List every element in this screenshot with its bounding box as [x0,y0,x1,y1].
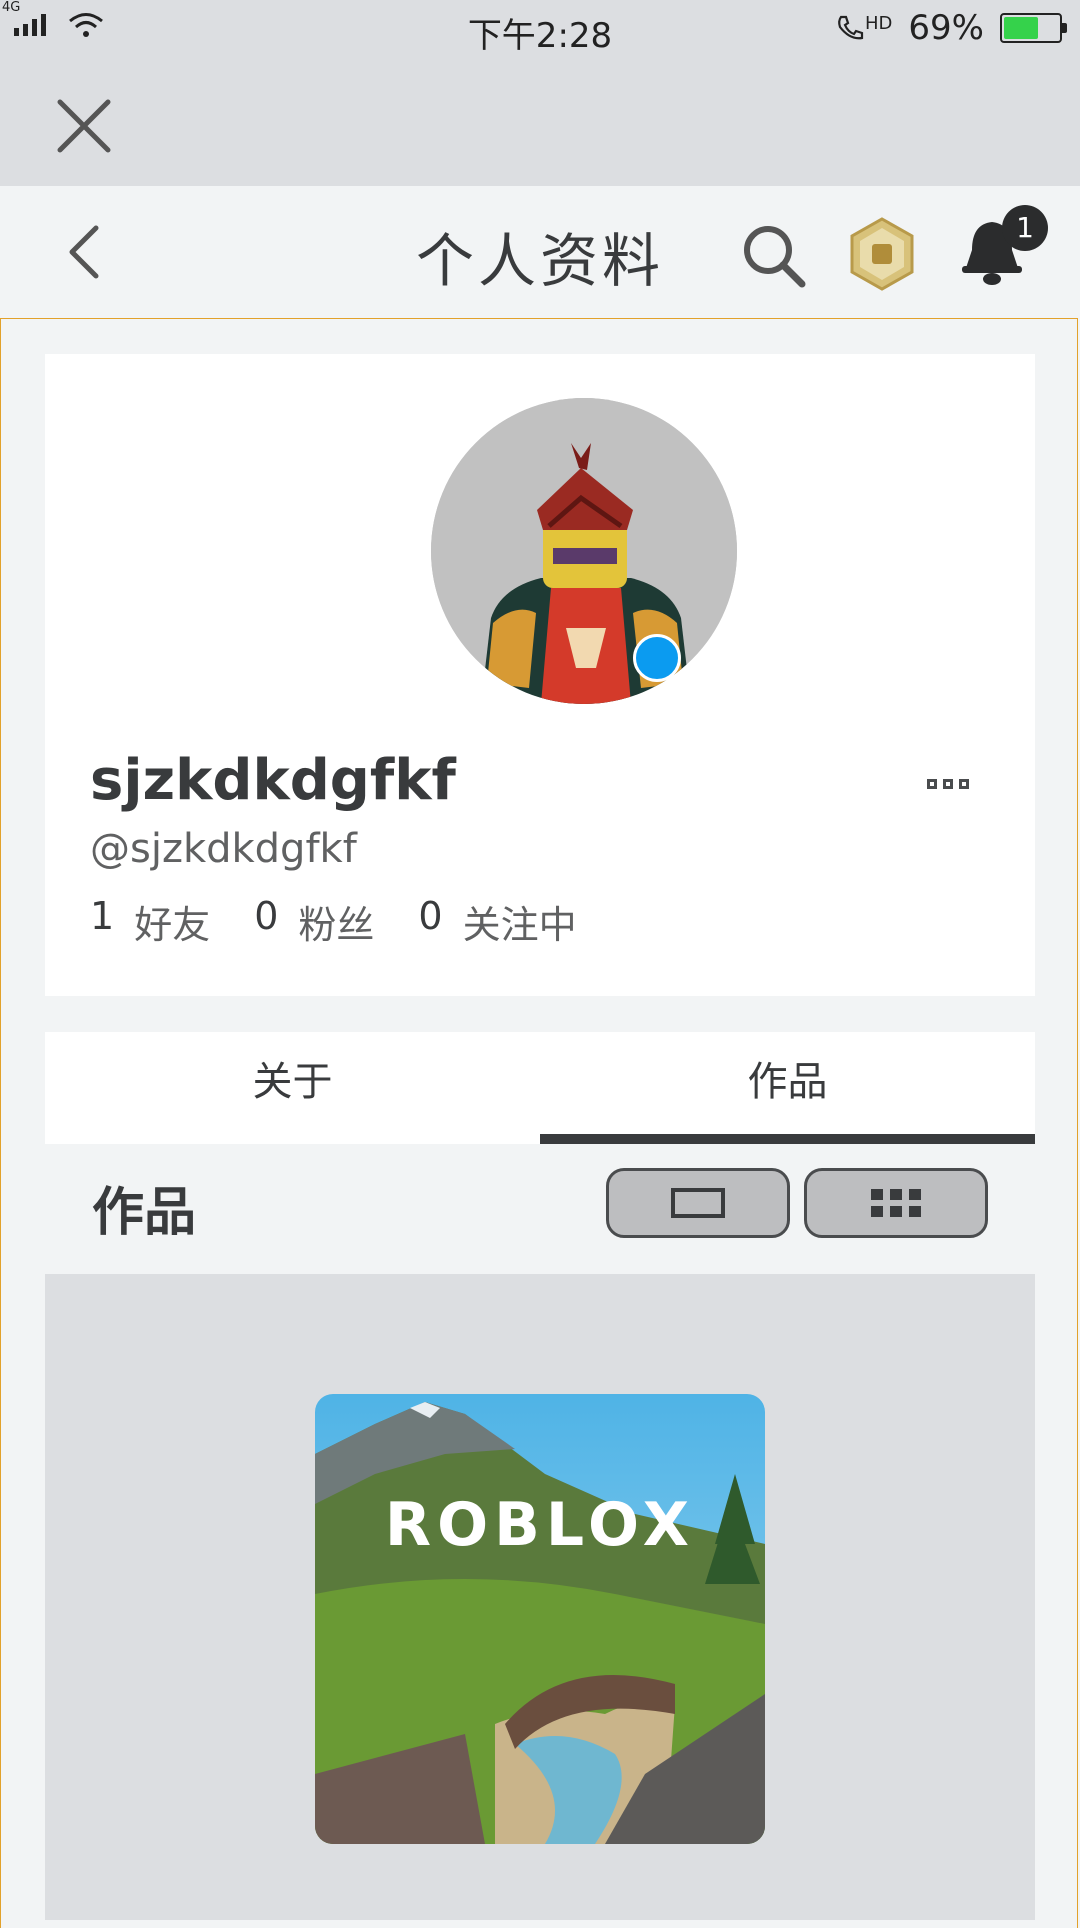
single-view-button[interactable] [606,1168,790,1238]
display-name: sjzkdkdgfkf [90,748,456,813]
profile-tabs: 关于 作品 [45,1032,1035,1144]
battery-icon [1000,13,1067,43]
friends-label: 好友 [134,903,211,947]
notification-badge: 1 [1002,205,1048,251]
game-thumbnail-image [315,1394,765,1844]
webview-toolbar [0,56,1080,186]
hd-label: HD [865,13,893,34]
profile-stats: 1 好友 0 粉丝 0 关注中 [90,894,577,949]
hd-call-icon: HD [835,13,892,43]
followers-label: 粉丝 [298,903,375,947]
robux-icon[interactable] [848,216,916,292]
avatar-image [431,398,737,704]
single-view-icon [671,1188,725,1218]
profile-card: sjzkdkdgfkf @sjzkdkdgfkf 1 好友 0 粉丝 0 关注中 [45,354,1035,996]
following-label: 关注中 [462,903,577,947]
tab-creations[interactable]: 作品 [540,1032,1035,1144]
following-stat[interactable]: 0 关注中 [418,894,576,949]
friends-stat[interactable]: 1 好友 [90,894,210,949]
search-icon[interactable] [738,220,808,290]
close-icon[interactable] [52,94,116,158]
online-status-indicator [633,634,681,682]
section-title: 作品 [92,1183,197,1243]
app-header: 个人资料 [0,186,1080,318]
status-bar: 4G 下午2:28 HD 69% [0,0,1080,56]
game-logo-text: ROBLOX [384,1490,696,1560]
friends-count: 1 [90,894,115,938]
followers-stat[interactable]: 0 粉丝 [254,894,374,949]
following-count: 0 [418,894,443,938]
grid-view-button[interactable] [804,1168,988,1238]
battery-percent: 69% [908,8,984,48]
username: @sjzkdkdgfkf [90,826,357,872]
tab-about[interactable]: 关于 [45,1032,540,1144]
grid-view-icon [871,1189,921,1217]
page-title: 个人资料 [415,227,664,295]
game-thumbnail[interactable]: ROBLOX [315,1394,765,1844]
followers-count: 0 [254,894,279,938]
creations-list: ROBLOX [45,1274,1035,1920]
avatar[interactable] [431,398,737,704]
more-options-icon[interactable] [927,764,987,804]
